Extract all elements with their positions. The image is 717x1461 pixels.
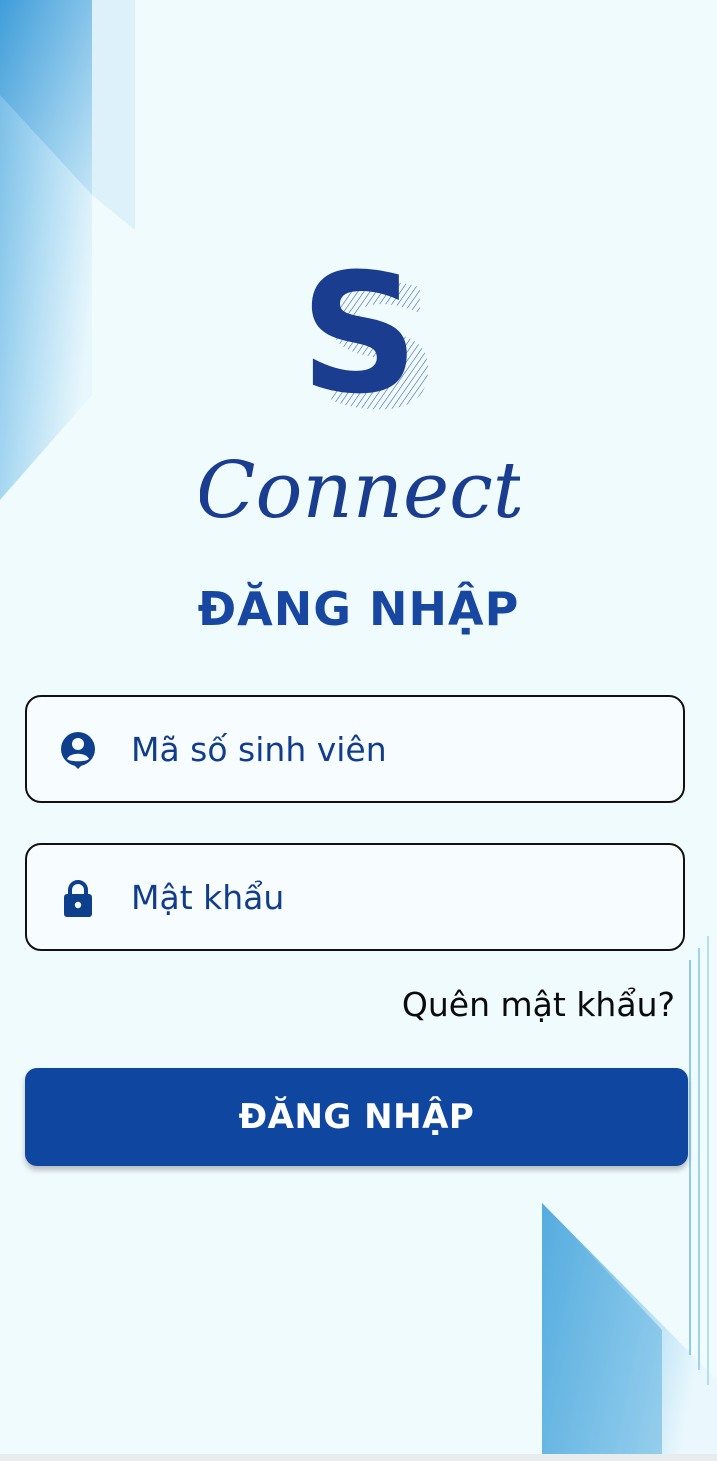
login-button[interactable]: ĐĂNG NHẬP — [25, 1068, 688, 1166]
forgot-password-link[interactable]: Quên mật khẩu? — [402, 985, 675, 1024]
student-id-input[interactable] — [131, 719, 651, 779]
bottom-bar — [0, 1454, 717, 1461]
app-logo: S S Connect — [200, 255, 520, 535]
logo-wordmark: Connect — [200, 446, 520, 535]
password-input[interactable] — [131, 867, 651, 927]
page-title: ĐĂNG NHẬP — [197, 582, 520, 636]
student-id-field[interactable] — [25, 695, 685, 803]
password-field[interactable] — [25, 843, 685, 951]
user-icon — [61, 732, 95, 769]
svg-text:S: S — [300, 255, 419, 430]
login-screen: S S Connect ĐĂNG NHẬP Quên mật khẩu? ĐĂN… — [0, 0, 717, 1454]
lock-icon — [64, 880, 92, 917]
